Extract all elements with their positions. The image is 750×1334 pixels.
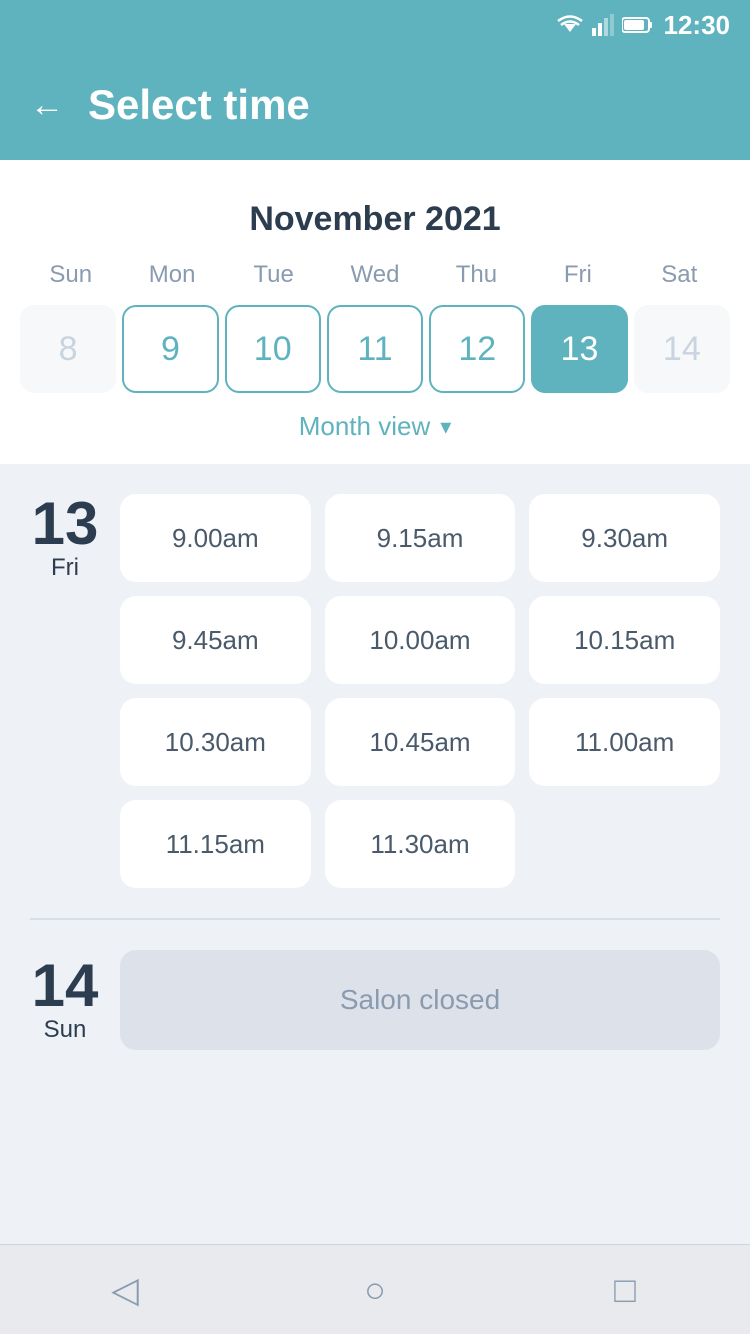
back-nav-icon[interactable]: ◁ <box>95 1260 155 1320</box>
weekday-mon: Mon <box>121 255 222 295</box>
status-icons <box>556 14 654 36</box>
day-label-13: 13 Fri <box>30 494 100 582</box>
day-name-14: Sun <box>44 1016 87 1044</box>
time-slot-945am[interactable]: 9.45am <box>120 596 311 684</box>
back-button[interactable]: ← <box>30 88 64 122</box>
weekday-sun: Sun <box>20 255 121 295</box>
signal-icon <box>592 14 614 36</box>
day-name-13: Fri <box>51 554 79 582</box>
recents-nav-icon[interactable]: □ <box>595 1260 655 1320</box>
month-year-label: November 2021 <box>20 180 730 255</box>
date-cell-12[interactable]: 12 <box>429 305 525 393</box>
weekday-wed: Wed <box>324 255 425 295</box>
date-cell-11[interactable]: 11 <box>327 305 423 393</box>
calendar-section: November 2021 Sun Mon Tue Wed Thu Fri Sa… <box>0 160 750 464</box>
salon-closed-label: Salon closed <box>120 950 720 1050</box>
day-number-14: 14 <box>32 956 99 1016</box>
time-slots-section: 13 Fri 9.00am 9.15am 9.30am 9.45am 10.00… <box>0 464 750 1244</box>
status-bar: 12:30 <box>0 0 750 50</box>
battery-icon <box>622 16 654 34</box>
date-cell-13[interactable]: 13 <box>531 305 627 393</box>
time-slot-900am[interactable]: 9.00am <box>120 494 311 582</box>
date-cell-8[interactable]: 8 <box>20 305 116 393</box>
day-block-14: 14 Sun Salon closed <box>0 920 750 1080</box>
time-slot-1000am[interactable]: 10.00am <box>325 596 516 684</box>
weekday-sat: Sat <box>629 255 730 295</box>
weekday-fri: Fri <box>527 255 628 295</box>
time-slot-1030am[interactable]: 10.30am <box>120 698 311 786</box>
weekday-row: Sun Mon Tue Wed Thu Fri Sat <box>20 255 730 295</box>
weekday-tue: Tue <box>223 255 324 295</box>
day-block-13: 13 Fri 9.00am 9.15am 9.30am 9.45am 10.00… <box>0 464 750 918</box>
date-cell-9[interactable]: 9 <box>122 305 218 393</box>
chevron-down-icon: ▾ <box>440 414 451 440</box>
day-number-13: 13 <box>32 494 99 554</box>
bottom-nav: ◁ ○ □ <box>0 1244 750 1334</box>
month-view-label: Month view <box>299 411 431 442</box>
time-slot-915am[interactable]: 9.15am <box>325 494 516 582</box>
date-cell-10[interactable]: 10 <box>225 305 321 393</box>
time-slot-1100am[interactable]: 11.00am <box>529 698 720 786</box>
time-grid-13: 9.00am 9.15am 9.30am 9.45am 10.00am 10.1… <box>120 494 720 888</box>
time-slot-1130am[interactable]: 11.30am <box>325 800 516 888</box>
home-nav-icon[interactable]: ○ <box>345 1260 405 1320</box>
page-title: Select time <box>88 81 310 129</box>
weekday-thu: Thu <box>426 255 527 295</box>
header: ← Select time <box>0 50 750 160</box>
day-label-14: 14 Sun <box>30 956 100 1044</box>
time-slot-1115am[interactable]: 11.15am <box>120 800 311 888</box>
month-view-toggle[interactable]: Month view ▾ <box>20 393 730 464</box>
time-slot-1015am[interactable]: 10.15am <box>529 596 720 684</box>
date-cell-14[interactable]: 14 <box>634 305 730 393</box>
wifi-icon <box>556 14 584 36</box>
time-slot-1045am[interactable]: 10.45am <box>325 698 516 786</box>
time-slot-930am[interactable]: 9.30am <box>529 494 720 582</box>
date-row: 8 9 10 11 12 13 14 <box>20 305 730 393</box>
status-time: 12:30 <box>664 10 731 41</box>
